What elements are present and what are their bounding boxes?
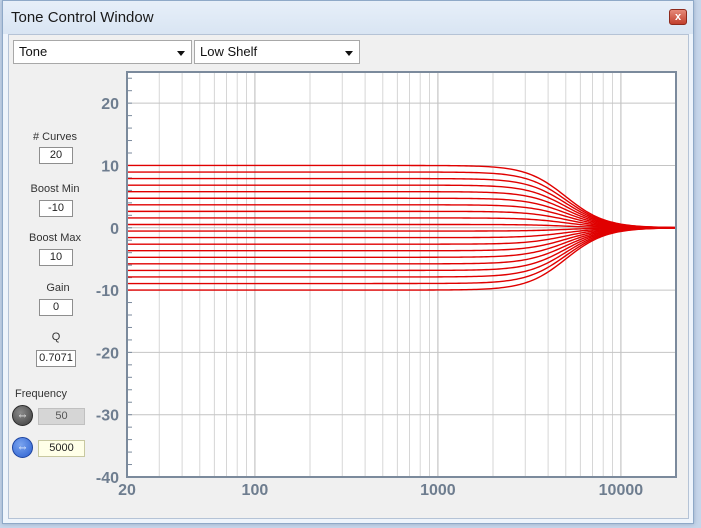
y-tick-label: 0 — [110, 221, 119, 238]
y-tick-label: -20 — [96, 345, 119, 362]
x-tick-label: 100 — [242, 482, 269, 499]
y-tick-label: -40 — [96, 470, 119, 487]
y-tick-label: 20 — [101, 96, 119, 113]
x-axis-ticks: 20 100 1000 10000 — [118, 482, 643, 499]
x-tick-label: 10000 — [599, 482, 644, 499]
x-tick-label: 20 — [118, 482, 136, 499]
y-tick-label: -30 — [96, 408, 119, 425]
x-tick-label: 1000 — [420, 482, 456, 499]
y-tick-label: 10 — [101, 158, 119, 175]
y-axis-ticks: 20 10 0 -10 -20 -30 -40 — [96, 96, 119, 487]
frequency-response-plot[interactable]: 20100-10-20-30-40 20 100 1000 10000 — [0, 0, 701, 528]
y-tick-label: -10 — [96, 283, 119, 300]
